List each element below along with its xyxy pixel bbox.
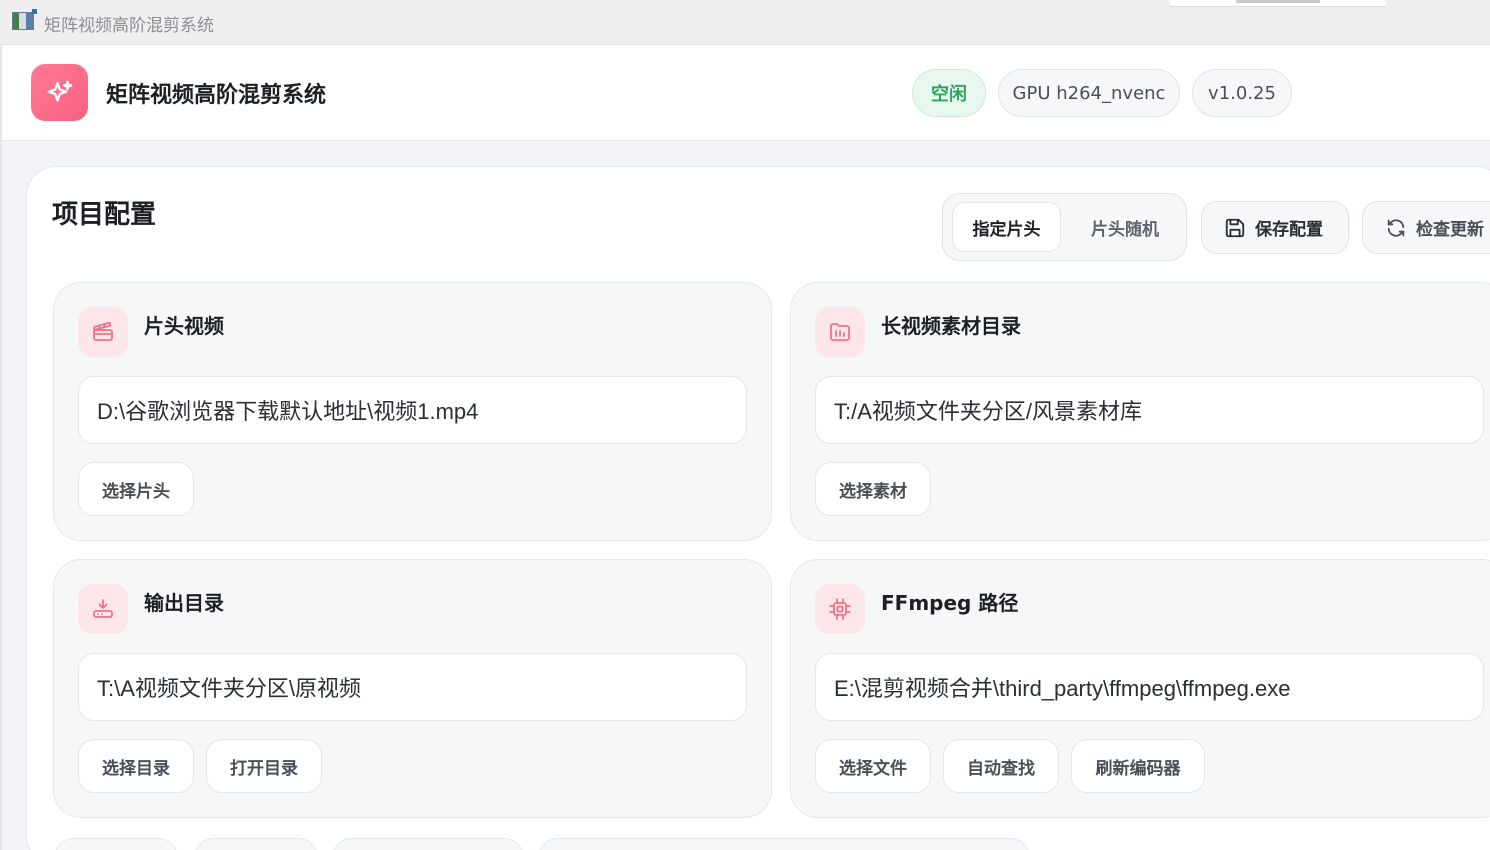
partial-button[interactable] — [194, 838, 318, 850]
intro-mode-toggle: 指定片头 片头随机 — [942, 193, 1187, 261]
overlay-strip — [1170, 0, 1386, 7]
save-config-label: 保存配置 — [1255, 220, 1323, 240]
card-title: 输出目录 — [144, 591, 224, 615]
app-name: 矩阵视频高阶混剪系统 — [106, 83, 327, 108]
partial-button[interactable] — [54, 838, 178, 850]
check-update-button[interactable]: 检查更新 — [1362, 201, 1490, 254]
card-ffmpeg-path: FFmpeg 路径 E:\混剪视频合并\third_party\ffmpeg\f… — [790, 559, 1490, 818]
ffmpeg-path-field[interactable]: E:\混剪视频合并\third_party\ffmpeg\ffmpeg.exe — [815, 653, 1484, 721]
save-config-button[interactable]: 保存配置 — [1201, 201, 1349, 254]
download-icon — [78, 584, 128, 634]
sparkle-icon — [31, 64, 88, 121]
card-intro-video: 片头视频 D:\谷歌浏览器下载默认地址\视频1.mp4 选择片头 — [53, 282, 772, 541]
tab-fixed-intro[interactable]: 指定片头 — [952, 202, 1061, 252]
refresh-icon — [1387, 218, 1405, 237]
card-title: 片头视频 — [144, 314, 224, 338]
version-badge: v1.0.25 — [1192, 69, 1292, 117]
output-dir-path-field[interactable]: T:\A视频文件夹分区\原视频 — [78, 653, 747, 721]
refresh-encoder-button[interactable]: 刷新编码器 — [1071, 739, 1205, 793]
auto-find-button[interactable]: 自动查找 — [943, 739, 1059, 793]
partial-button[interactable] — [538, 838, 1030, 850]
gpu-badge: GPU h264_nvenc — [998, 69, 1180, 117]
choose-material-button[interactable]: 选择素材 — [815, 462, 931, 516]
window-title: 矩阵视频高阶混剪系统 — [44, 16, 214, 36]
left-border — [0, 45, 2, 850]
source-dir-path-field[interactable]: T:/A视频文件夹分区/风景素材库 — [815, 376, 1484, 444]
card-long-video-source: 长视频素材目录 T:/A视频文件夹分区/风景素材库 选择素材 — [790, 282, 1490, 541]
choose-file-button[interactable]: 选择文件 — [815, 739, 931, 793]
choose-intro-button[interactable]: 选择片头 — [78, 462, 194, 516]
app-header: 矩阵视频高阶混剪系统 空闲 GPU h264_nvenc v1.0.25 — [2, 45, 1490, 141]
card-title: 长视频素材目录 — [881, 314, 1021, 338]
check-update-label: 检查更新 — [1416, 220, 1484, 240]
choose-directory-button[interactable]: 选择目录 — [78, 739, 194, 793]
panel-title: 项目配置 — [52, 200, 157, 230]
save-icon — [1225, 218, 1245, 237]
card-title: FFmpeg 路径 — [881, 591, 1019, 615]
tab-random-intro[interactable]: 片头随机 — [1071, 202, 1179, 252]
chip-icon — [815, 584, 865, 634]
partial-button[interactable] — [332, 838, 524, 850]
card-output-dir: 输出目录 T:\A视频文件夹分区\原视频 选择目录 打开目录 — [53, 559, 772, 818]
intro-video-path-field[interactable]: D:\谷歌浏览器下载默认地址\视频1.mp4 — [78, 376, 747, 444]
status-badge: 空闲 — [912, 69, 986, 117]
open-directory-button[interactable]: 打开目录 — [206, 739, 322, 793]
folder-icon — [815, 307, 865, 357]
clapperboard-icon — [78, 307, 128, 357]
app-window-icon — [12, 9, 37, 30]
window-titlebar: 矩阵视频高阶混剪系统 — [0, 0, 1490, 45]
